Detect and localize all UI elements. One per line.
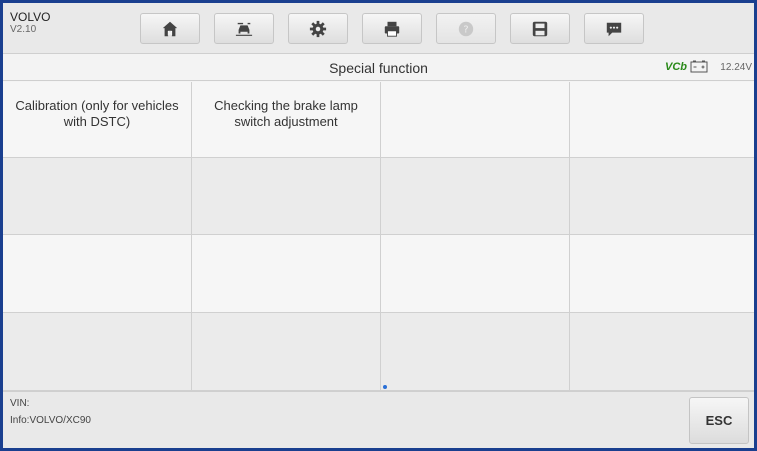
help-icon: ? <box>458 21 474 36</box>
empty-grid-cell <box>570 313 754 391</box>
footer-bar: VIN: Info:VOLVO/XC90 ESC <box>3 391 754 448</box>
battery-icon <box>690 60 708 73</box>
save-button[interactable] <box>510 13 570 44</box>
empty-grid-cell <box>570 158 754 235</box>
vehicle-swap-icon <box>235 22 253 36</box>
vehicle-make: VOLVO <box>10 10 51 24</box>
empty-grid-cell <box>381 313 570 391</box>
print-button[interactable] <box>362 13 422 44</box>
function-item[interactable]: Calibration (only for vehicles with DSTC… <box>3 82 192 158</box>
empty-grid-cell <box>570 82 754 158</box>
app-frame: VOLVO V2.10 M ? Special function VCb 12.… <box>0 0 757 451</box>
home-button[interactable]: M <box>140 13 200 44</box>
settings-button[interactable] <box>288 13 348 44</box>
vehicle-swap-button[interactable] <box>214 13 274 44</box>
empty-grid-cell <box>381 235 570 313</box>
empty-grid-cell <box>192 235 381 313</box>
top-toolbar: VOLVO V2.10 M ? <box>3 3 754 54</box>
empty-grid-cell <box>192 313 381 391</box>
svg-text:M: M <box>167 30 172 37</box>
svg-text:?: ? <box>463 24 468 35</box>
vehicle-brand: VOLVO V2.10 <box>10 10 51 36</box>
empty-grid-cell <box>381 158 570 235</box>
empty-grid-cell <box>3 313 192 391</box>
vci-status-label: VCb <box>665 61 687 73</box>
page-title: Special function <box>329 60 428 76</box>
save-icon <box>532 21 548 36</box>
empty-grid-cell <box>192 158 381 235</box>
print-icon <box>384 21 400 37</box>
title-bar: Special function VCb 12.24V <box>3 54 754 81</box>
empty-grid-cell <box>381 82 570 158</box>
message-icon <box>606 22 622 36</box>
empty-grid-cell <box>3 235 192 313</box>
battery-voltage: 12.24V <box>720 62 752 73</box>
page-indicator <box>383 385 387 389</box>
esc-button[interactable]: ESC <box>689 397 749 444</box>
empty-grid-cell <box>3 158 192 235</box>
vin-label: VIN: <box>10 398 30 409</box>
home-icon: M <box>162 21 178 37</box>
empty-grid-cell <box>570 235 754 313</box>
vehicle-info: Info:VOLVO/XC90 <box>10 415 91 426</box>
function-grid: Calibration (only for vehicles with DSTC… <box>3 82 754 391</box>
message-button[interactable] <box>584 13 644 44</box>
gear-icon <box>309 20 327 37</box>
software-version: V2.10 <box>10 24 37 36</box>
function-item[interactable]: Checking the brake lamp switch adjustmen… <box>192 82 381 158</box>
help-button[interactable]: ? <box>436 13 496 44</box>
